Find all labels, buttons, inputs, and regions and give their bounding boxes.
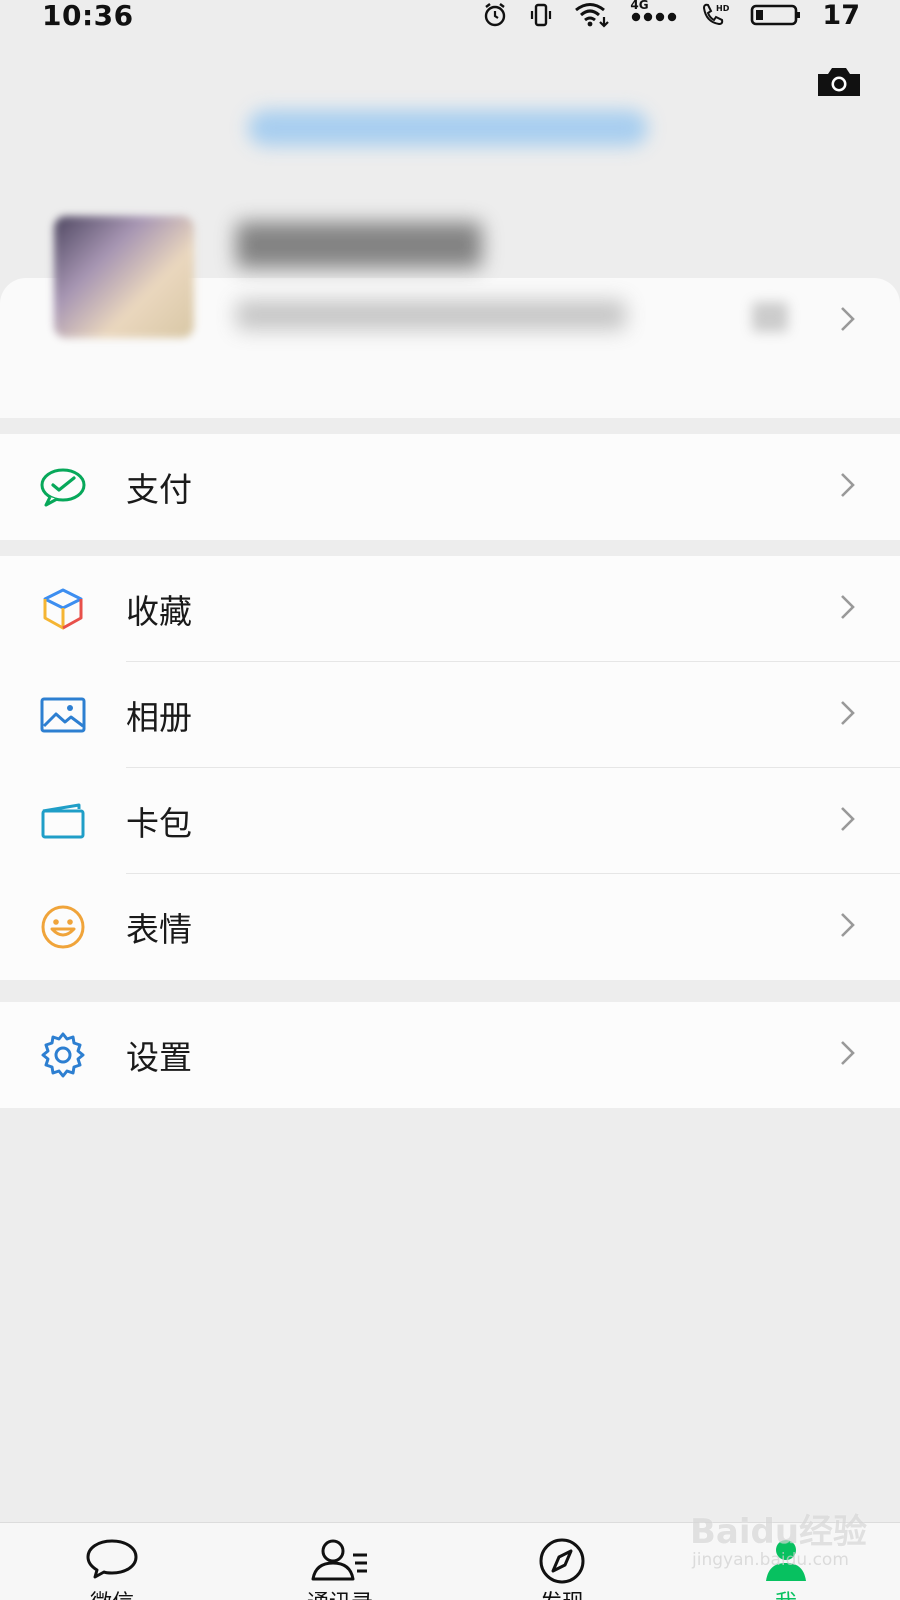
menu-group-pay: 支付 — [0, 434, 900, 540]
wechat-pay-icon — [38, 462, 88, 512]
chevron-right-icon — [838, 470, 858, 504]
profile-name-blurred — [236, 222, 482, 268]
chevron-right-icon — [838, 698, 858, 732]
menu-group-settings: 设置 — [0, 1002, 900, 1108]
tab-label: 发现 — [502, 1585, 622, 1600]
menu-item-stickers-label: 表情 — [126, 910, 192, 949]
tab-label: 通讯录 — [280, 1585, 400, 1600]
qr-code-icon[interactable] — [752, 302, 788, 332]
favorites-cube-icon — [38, 584, 88, 634]
smiley-icon — [38, 902, 88, 952]
chevron-right-icon — [838, 910, 858, 944]
baidu-watermark: Baidu经验 jingyan.baidu.com — [690, 1500, 870, 1590]
chevron-right-icon — [838, 1038, 858, 1072]
tab-label: 微信 — [52, 1585, 172, 1600]
signal-dots-icon — [632, 12, 677, 22]
alarm-icon — [485, 3, 506, 27]
status-bar: 10:36 4G HD 17 — [0, 0, 900, 32]
contacts-icon — [311, 1539, 367, 1581]
camera-icon — [818, 68, 860, 96]
profile-chevron-icon — [838, 304, 858, 338]
tab-contacts[interactable]: 通讯录 — [280, 1523, 400, 1600]
card-wallet-icon — [38, 796, 88, 846]
camera-button[interactable] — [816, 66, 862, 98]
menu-item-cards[interactable]: 卡包 — [0, 768, 900, 874]
menu-item-cards-label: 卡包 — [126, 804, 192, 843]
tab-discover[interactable]: 发现 — [502, 1523, 622, 1600]
wifi-icon — [575, 3, 610, 28]
svg-text:HD: HD — [716, 4, 730, 13]
menu-item-pay-label: 支付 — [126, 470, 192, 509]
menu-item-album-label: 相册 — [126, 698, 192, 737]
album-icon — [38, 690, 88, 740]
tab-chats[interactable]: 微信 — [52, 1523, 172, 1600]
signal-indicator: 4G — [630, 0, 680, 29]
avatar[interactable] — [54, 216, 194, 338]
menu-item-stickers[interactable]: 表情 — [0, 874, 900, 980]
menu-item-favorites[interactable]: 收藏 — [0, 556, 900, 662]
menu-item-album[interactable]: 相册 — [0, 662, 900, 768]
menu-group-main: 收藏 相册 卡包 表情 — [0, 556, 900, 980]
chevron-right-icon — [838, 804, 858, 838]
profile-id-blurred — [236, 300, 626, 330]
menu-item-pay[interactable]: 支付 — [0, 434, 900, 540]
compass-icon — [539, 1538, 585, 1584]
menu-item-settings[interactable]: 设置 — [0, 1002, 900, 1108]
status-time: 10:36 — [42, 0, 134, 32]
status-icons: 4G HD 17 — [482, 0, 860, 31]
menu-item-favorites-label: 收藏 — [126, 592, 192, 631]
chevron-right-icon — [838, 592, 858, 626]
watermark-sub-text: jingyan.baidu.com — [692, 1550, 849, 1570]
blurred-status-link[interactable] — [248, 110, 648, 146]
menu-item-settings-label: 设置 — [126, 1038, 192, 1077]
battery-percent: 17 — [822, 0, 860, 31]
watermark-main-text: Baidu经验 — [690, 1512, 868, 1552]
gear-icon — [38, 1030, 88, 1080]
hd-call-icon: HD — [703, 3, 730, 26]
battery-icon — [751, 4, 801, 26]
vibrate-icon — [531, 3, 552, 27]
chat-bubble-icon — [86, 1539, 138, 1579]
